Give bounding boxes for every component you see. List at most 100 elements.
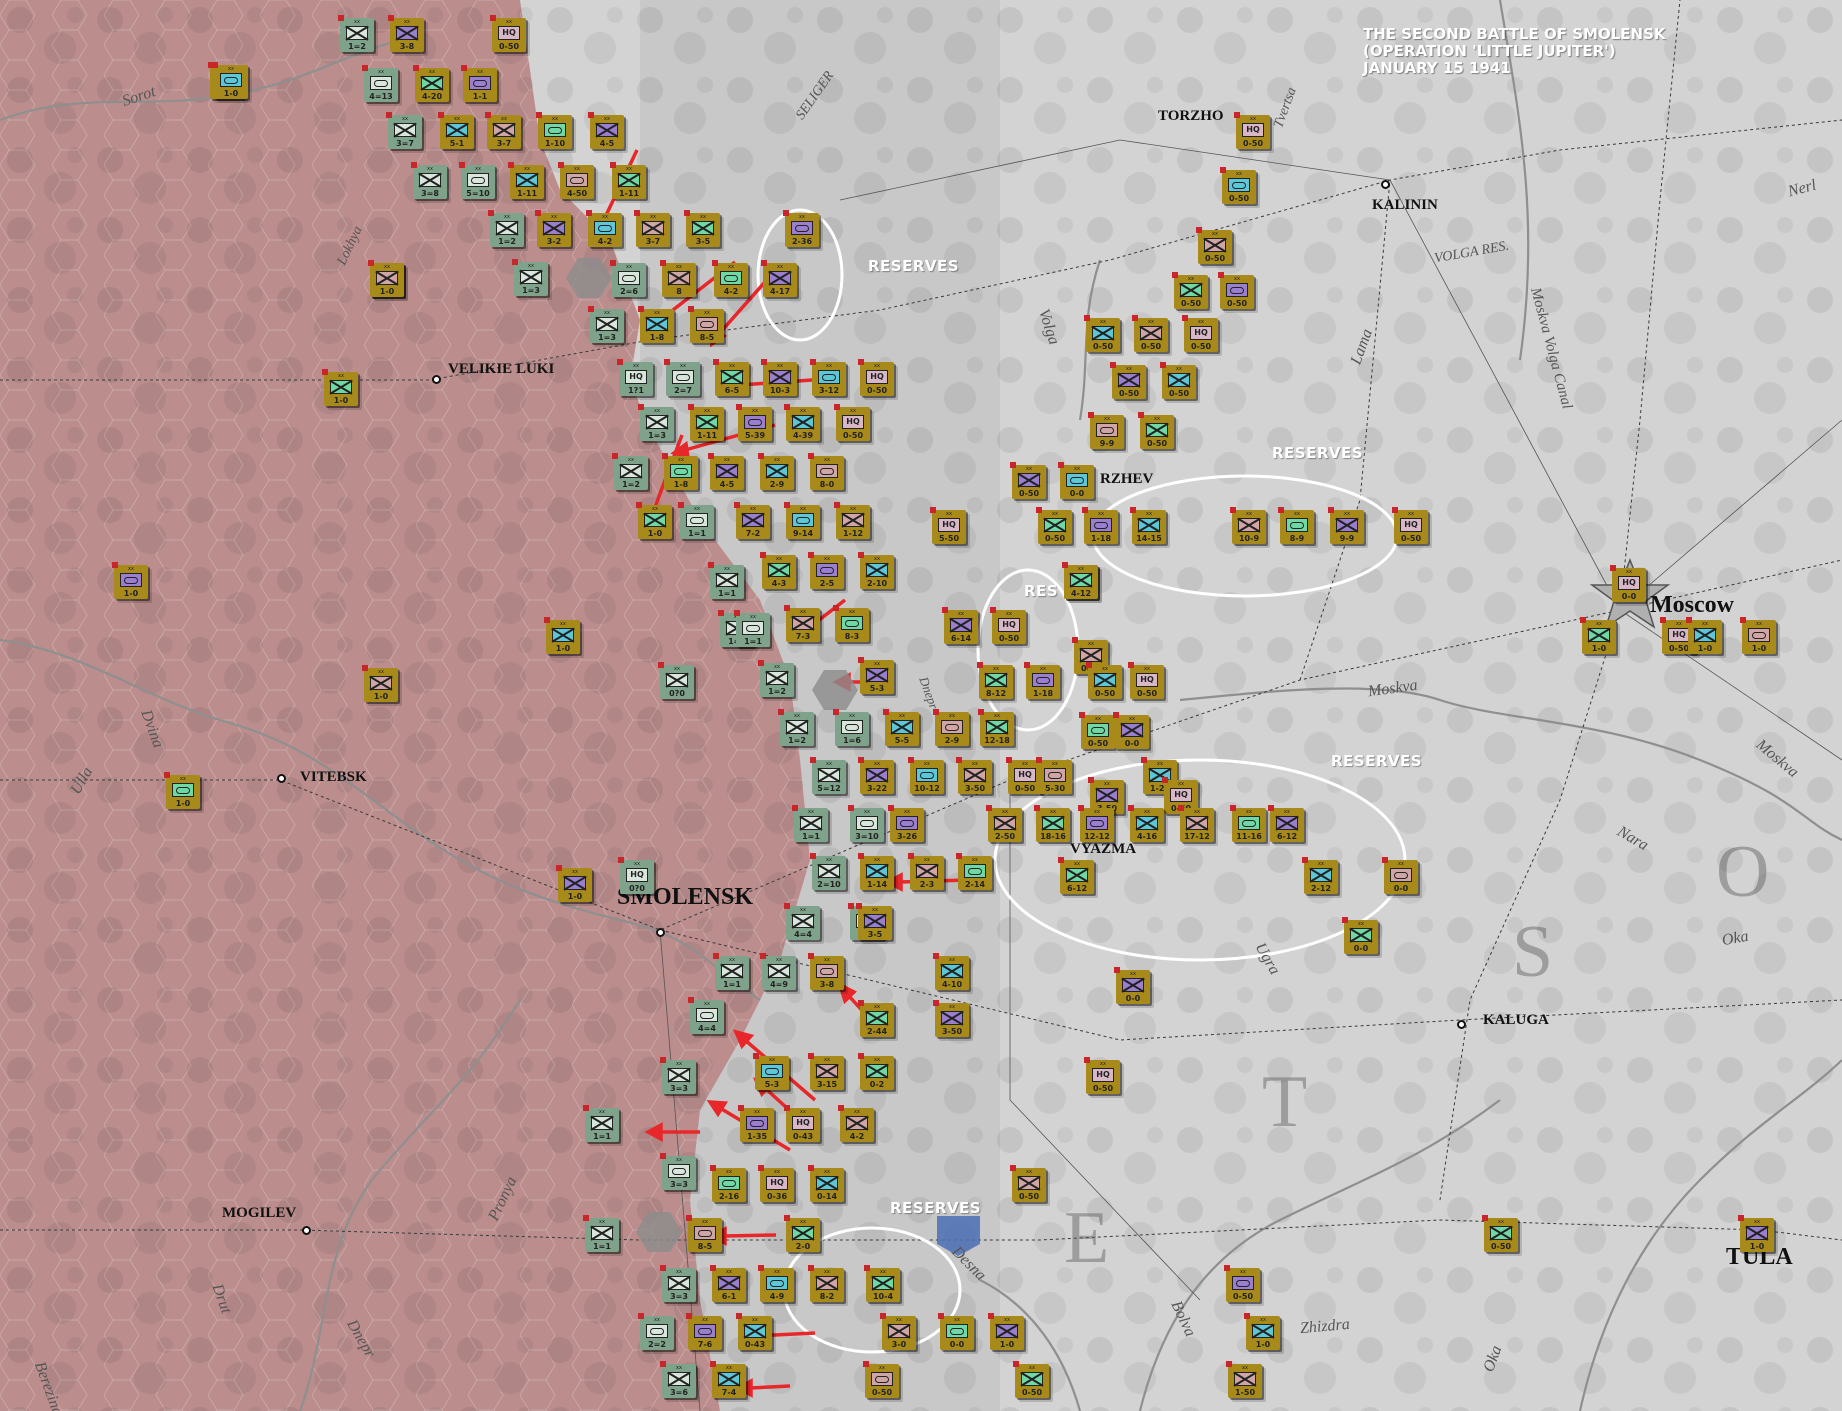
soviet-unit-counter[interactable]: xx 7-4	[710, 1361, 746, 1398]
soviet-unit-counter[interactable]: xx 0-50	[1010, 462, 1046, 499]
soviet-unit-counter[interactable]: xx 3-5	[684, 210, 720, 247]
soviet-unit-counter[interactable]: xx 10-12	[908, 757, 944, 794]
soviet-unit-counter[interactable]: xx 0-50	[1132, 315, 1168, 352]
axis-unit-counter[interactable]: xx 2=2	[638, 1313, 674, 1350]
soviet-unit-counter[interactable]: xx 8-3	[833, 605, 869, 642]
soviet-unit-counter[interactable]: xx HQ 0-0	[1610, 565, 1646, 602]
soviet-unit-counter[interactable]: xx 8-9	[1278, 507, 1314, 544]
axis-unit-counter[interactable]: xx 4=4	[688, 997, 724, 1034]
soviet-unit-counter[interactable]: xx 1-8	[638, 306, 674, 343]
soviet-unit-counter[interactable]: xx 2-14	[956, 853, 992, 890]
soviet-unit-counter[interactable]: xx 9-9	[1328, 507, 1364, 544]
axis-unit-counter[interactable]: xx 3=3	[660, 1153, 696, 1190]
soviet-unit-counter[interactable]: xx 1-50	[1226, 1361, 1262, 1398]
soviet-unit-counter[interactable]: xx 1-0	[112, 562, 148, 599]
soviet-unit-counter[interactable]: xx 6-14	[942, 607, 978, 644]
axis-unit-counter[interactable]: xx 1=1	[583, 1215, 619, 1252]
axis-unit-counter[interactable]: xx 1=1	[583, 1105, 619, 1142]
soviet-unit-counter[interactable]: xx 6-12	[1058, 857, 1094, 894]
soviet-unit-counter[interactable]: xx 2-12	[1302, 857, 1338, 894]
soviet-unit-counter[interactable]: xxHQ 0-50	[1392, 507, 1428, 544]
soviet-unit-counter[interactable]: xx 4-50	[558, 162, 594, 199]
soviet-unit-counter[interactable]: xxHQ 0-50	[490, 15, 526, 52]
soviet-unit-counter[interactable]: xx 4-5	[708, 453, 744, 490]
soviet-unit-counter[interactable]: xx 1-12	[834, 502, 870, 539]
axis-unit-counter[interactable]: xx 3=3	[660, 1057, 696, 1094]
soviet-unit-counter[interactable]: xx 1-0	[1580, 617, 1616, 654]
soviet-unit-counter[interactable]: xx 1-11	[688, 404, 724, 441]
soviet-unit-counter[interactable]: xx 0-50	[1036, 507, 1072, 544]
soviet-unit-counter[interactable]: xx 1-10	[536, 112, 572, 149]
axis-unit-counter[interactable]: xx HQ 1?1	[617, 359, 653, 396]
axis-unit-counter[interactable]: xx 1=3	[588, 306, 624, 343]
soviet-unit-counter[interactable]: xx 1-0	[368, 260, 404, 297]
soviet-unit-counter[interactable]: xx 12-12	[1078, 805, 1114, 842]
soviet-unit-counter[interactable]: xx 1-0	[164, 772, 200, 809]
soviet-unit-counter[interactable]: xx 18-16	[1034, 805, 1070, 842]
axis-unit-counter[interactable]: xx 3=10	[848, 805, 884, 842]
soviet-unit-counter[interactable]: xx 6-5	[713, 359, 749, 396]
soviet-unit-counter[interactable]: xx 3-26	[888, 805, 924, 842]
soviet-unit-counter[interactable]: xx 0-2	[858, 1053, 894, 1090]
soviet-unit-counter[interactable]: xx 4-39	[784, 404, 820, 441]
axis-unit-counter[interactable]: xx 3=7	[386, 112, 422, 149]
axis-unit-counter[interactable]: xx 1=3	[638, 404, 674, 441]
soviet-unit-counter[interactable]: xx 0-0	[938, 1313, 974, 1350]
soviet-unit-counter[interactable]: xx 5-1	[438, 112, 474, 149]
soviet-unit-counter[interactable]: xx 4-2	[586, 210, 622, 247]
soviet-unit-counter[interactable]: xx 0-50	[1218, 272, 1254, 309]
axis-unit-counter[interactable]: xx 3=6	[660, 1361, 696, 1398]
axis-unit-counter[interactable]: xx 0?0	[658, 662, 694, 699]
soviet-unit-counter[interactable]: xx 0-50	[1172, 272, 1208, 309]
axis-unit-counter[interactable]: xx 4=13	[362, 65, 398, 102]
soviet-unit-counter[interactable]: xx 9-14	[784, 502, 820, 539]
soviet-unit-counter[interactable]: xx 2-10	[858, 552, 894, 589]
axis-unit-counter[interactable]: xx 4=9	[760, 953, 796, 990]
soviet-unit-counter[interactable]: xxHQ 0-50	[990, 607, 1026, 644]
axis-unit-counter[interactable]: xx 1=2	[758, 660, 794, 697]
soviet-unit-counter[interactable]: xx 4-5	[588, 112, 624, 149]
soviet-unit-counter[interactable]: xx 5-3	[858, 657, 894, 694]
soviet-unit-counter[interactable]: xx 3-8	[808, 953, 844, 990]
soviet-unit-counter[interactable]: xx 0-50	[1079, 712, 1115, 749]
soviet-unit-counter[interactable]: xx 1-0	[1244, 1313, 1280, 1350]
soviet-unit-counter[interactable]: xx 0-0	[1058, 462, 1094, 499]
soviet-unit-counter[interactable]: xx 0-0	[1113, 712, 1149, 749]
axis-unit-counter[interactable]: xx 2=10	[810, 853, 846, 890]
soviet-unit-counter[interactable]: xx 2-9	[758, 453, 794, 490]
soviet-unit-counter[interactable]: xxHQ 0-50	[1084, 1057, 1120, 1094]
soviet-unit-counter[interactable]: xx 2-50	[986, 805, 1022, 842]
soviet-unit-counter[interactable]: xx 5-30	[1036, 757, 1072, 794]
soviet-unit-counter[interactable]: xx 3-8	[388, 15, 424, 52]
soviet-unit-counter[interactable]: xx 8	[660, 260, 696, 297]
axis-unit-counter[interactable]: xx 5=12	[810, 757, 846, 794]
soviet-unit-counter[interactable]: xx 1-0	[988, 1313, 1024, 1350]
soviet-unit-counter[interactable]: xx 2-36	[783, 210, 819, 247]
soviet-unit-counter[interactable]: xx HQ 0-36	[758, 1165, 794, 1202]
soviet-unit-counter[interactable]: xx 1-0	[1738, 1215, 1774, 1252]
soviet-unit-counter[interactable]: xx 10-3	[761, 359, 797, 396]
soviet-unit-counter[interactable]: xx 2-16	[710, 1165, 746, 1202]
axis-unit-counter[interactable]: xx 2=6	[610, 260, 646, 297]
axis-unit-counter[interactable]: xx 1=1	[734, 610, 770, 647]
soviet-unit-counter[interactable]: xx 8-2	[808, 1265, 844, 1302]
soviet-unit-counter[interactable]: xxHQ 0-50	[1128, 662, 1164, 699]
soviet-unit-counter[interactable]: xx 1-0	[544, 617, 580, 654]
soviet-unit-counter[interactable]: xx 5-5	[883, 709, 919, 746]
soviet-unit-counter[interactable]: xx 4-20	[413, 65, 449, 102]
axis-unit-counter[interactable]: xx 1=6	[833, 709, 869, 746]
axis-unit-counter[interactable]: xx 1=1	[713, 953, 749, 990]
soviet-unit-counter[interactable]: xx 7-6	[686, 1313, 722, 1350]
soviet-unit-counter[interactable]: xx 1-0	[1686, 617, 1722, 654]
soviet-unit-counter[interactable]: xx 0-50	[1196, 227, 1232, 264]
soviet-unit-counter[interactable]: xx 1-11	[610, 162, 646, 199]
axis-unit-counter[interactable]: xx 1=2	[338, 15, 374, 52]
soviet-unit-counter[interactable]: xx 4-3	[760, 552, 796, 589]
soviet-unit-counter[interactable]: xx 9-9	[1088, 412, 1124, 449]
soviet-unit-counter[interactable]: xx 8-12	[977, 662, 1013, 699]
axis-unit-counter[interactable]: xx 3=8	[411, 162, 447, 199]
soviet-unit-counter[interactable]: xx 3-15	[808, 1053, 844, 1090]
soviet-unit-counter[interactable]: xx 0-0	[1382, 857, 1418, 894]
soviet-unit-counter[interactable]: xx 8-0	[808, 453, 844, 490]
soviet-unit-counter[interactable]: xx 6-12	[1268, 805, 1304, 842]
